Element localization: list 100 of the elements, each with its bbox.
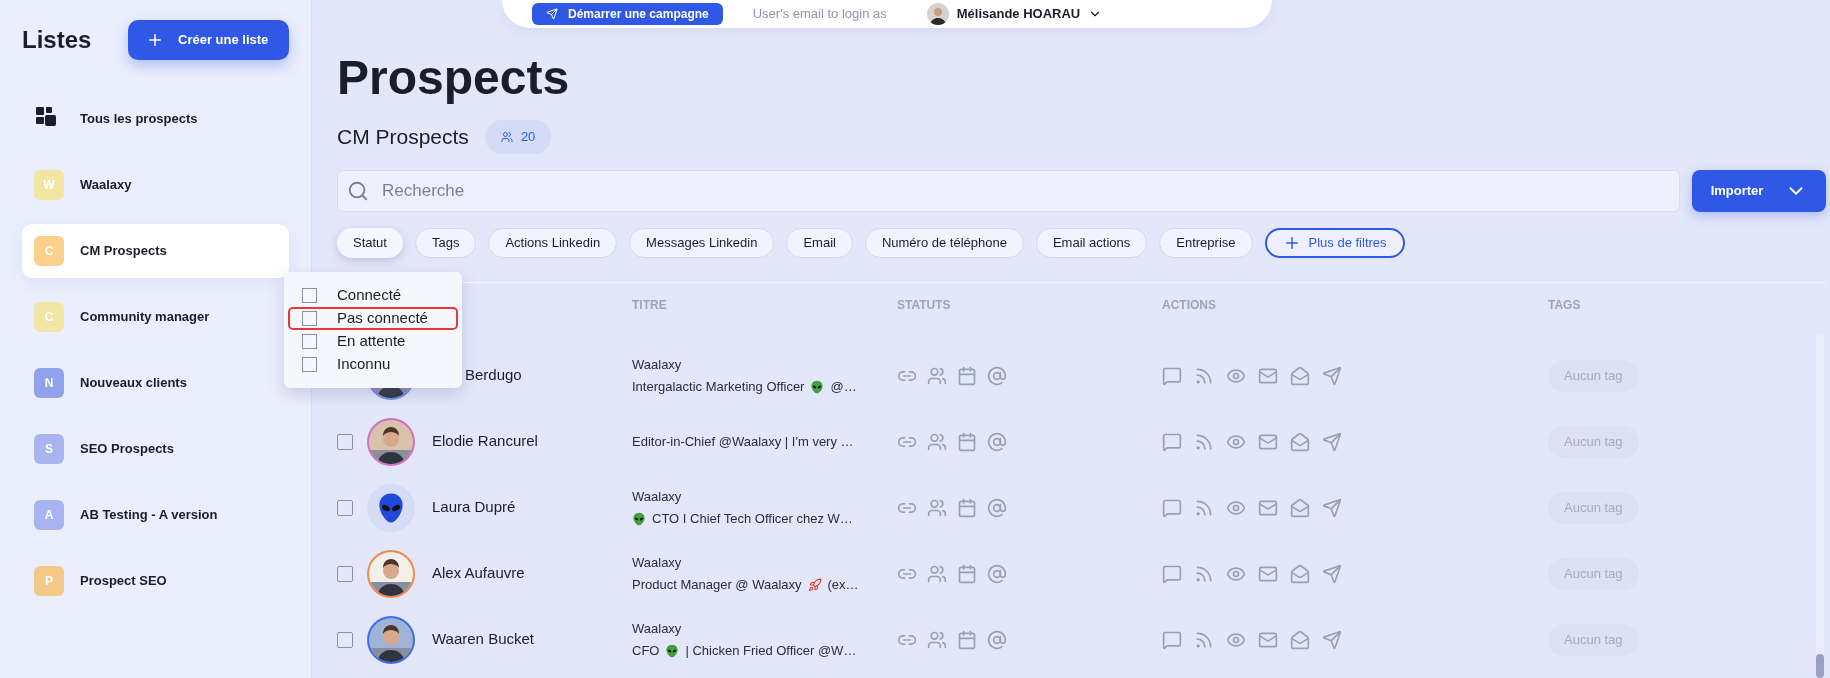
status-option[interactable]: En attente [288,330,458,353]
filter-chip[interactable]: Actions Linkedin [488,228,618,258]
open-mail-icon [1290,365,1310,386]
option-checkbox[interactable] [302,311,317,326]
calendar-icon [957,629,977,650]
prospect-name[interactable]: Alex Aufauvre [432,562,525,585]
prospect-name[interactable]: Elodie Rancurel [432,430,538,453]
row-checkbox[interactable] [337,631,353,648]
login-hint: User's email to login as [752,5,887,24]
create-list-button[interactable]: Créer une liste [128,20,289,60]
message-icon [1162,497,1182,518]
prospect-name[interactable]: Berdugo [465,364,522,387]
at-sign-icon [987,497,1007,518]
message-icon [1162,431,1182,452]
job-title: @… [830,378,857,396]
sidebar-item[interactable]: W Waalaxy [22,158,289,212]
plus-icon [146,31,164,49]
company-name: Waalaxy [632,487,682,506]
sidebar-item-label: SEO Prospects [80,440,174,459]
filter-chip[interactable]: Email [786,228,853,258]
open-mail-icon [1290,629,1310,650]
people-icon [927,497,947,518]
filter-chip[interactable]: Numéro de téléphone [864,228,1024,258]
sidebar-item[interactable]: S SEO Prospects [22,422,289,476]
job-title: Editor-in-Chief @Waalaxy | I'm very … [632,432,854,451]
list-avatar: S [34,434,64,464]
filter-chip[interactable]: Email actions [1035,228,1148,258]
sidebar-item[interactable]: N Nouveaux clients [22,356,289,410]
sidebar-item-label: AB Testing - A version [80,506,218,525]
company-name: Waalaxy [632,619,682,638]
sidebar-item-label: Tous les prospects [80,110,198,129]
message-icon [1162,365,1182,386]
rocket-icon [807,577,822,592]
more-filters-button[interactable]: Plus de filtres [1264,228,1405,258]
people-icon [927,563,947,584]
send-icon [546,8,558,20]
filter-chip[interactable]: Entreprise [1159,228,1253,258]
open-mail-icon [1290,563,1310,584]
filter-chip[interactable]: Tags [414,228,477,258]
filter-chip[interactable]: Statut [337,228,403,258]
sidebar-item[interactable]: A AB Testing - A version [22,488,289,542]
company-name: Waalaxy [632,355,682,374]
column-header: TITRE [632,297,667,314]
prospect-count-badge: 20 [484,120,552,154]
job-title: CFO [632,642,660,660]
search-icon [347,180,369,202]
option-checkbox[interactable] [302,334,317,349]
sidebar-item-label: Prospect SEO [80,572,167,591]
prospect-name[interactable]: Laura Dupré [432,496,516,519]
calendar-icon [957,497,977,518]
job-title: (ex… [827,576,859,594]
start-campaign-button[interactable]: Démarrer une campagne [532,3,723,25]
open-mail-icon [1290,431,1310,452]
send-icon [1322,629,1342,650]
user-menu[interactable]: Mélisande HOARAU [926,3,1103,25]
at-sign-icon [987,431,1007,452]
company-name: Waalaxy [632,553,682,572]
at-sign-icon [987,563,1007,584]
row-checkbox[interactable] [337,433,353,450]
option-checkbox[interactable] [302,357,317,372]
column-header: ACTIONS [1162,297,1216,314]
job-title: CTO I Chief Tech Officer chez W… [652,510,853,528]
list-avatar: C [34,302,64,332]
status-option[interactable]: Inconnu [288,353,458,376]
sidebar-title: Listes [22,25,92,55]
sidebar-item[interactable]: P Prospect SEO [22,554,289,608]
list-avatar: N [34,368,64,398]
send-icon [1322,563,1342,584]
column-header: STATUTS [897,297,951,314]
status-option[interactable]: Connecté [288,284,458,307]
at-sign-icon [987,629,1007,650]
list-avatar: W [34,170,64,200]
row-checkbox[interactable] [337,499,353,516]
at-sign-icon [987,365,1007,386]
prospect-name[interactable]: Waaren Bucket [432,628,534,651]
people-icon [500,131,513,143]
list-avatar: C [34,236,64,266]
option-checkbox[interactable] [302,288,317,303]
sidebar-item-label: Waalaxy [80,176,132,195]
sidebar-item[interactable]: Tous les prospects [22,92,289,146]
list-avatar: P [34,566,64,596]
filter-chip[interactable]: Messages Linkedin [629,228,775,258]
sidebar-item[interactable]: C Community manager [22,290,289,344]
import-button[interactable]: Importer [1692,170,1826,212]
alien-icon [632,511,646,526]
alien-icon [665,643,680,658]
send-icon [1322,431,1342,452]
status-option[interactable]: Pas connecté [288,307,458,330]
list-avatar: A [34,500,64,530]
send-icon [1322,365,1342,386]
calendar-icon [957,563,977,584]
alien-icon [810,379,825,394]
sidebar-item-label: Nouveaux clients [80,374,187,393]
people-icon [927,629,947,650]
alien-icon [376,491,406,524]
sidebar-item[interactable]: C CM Prospects [22,224,289,278]
sidebar-item-label: Community manager [80,308,210,327]
column-header: TAGS [1548,297,1581,314]
search-field[interactable]: Recherche [337,170,1680,212]
row-checkbox[interactable] [337,565,353,582]
